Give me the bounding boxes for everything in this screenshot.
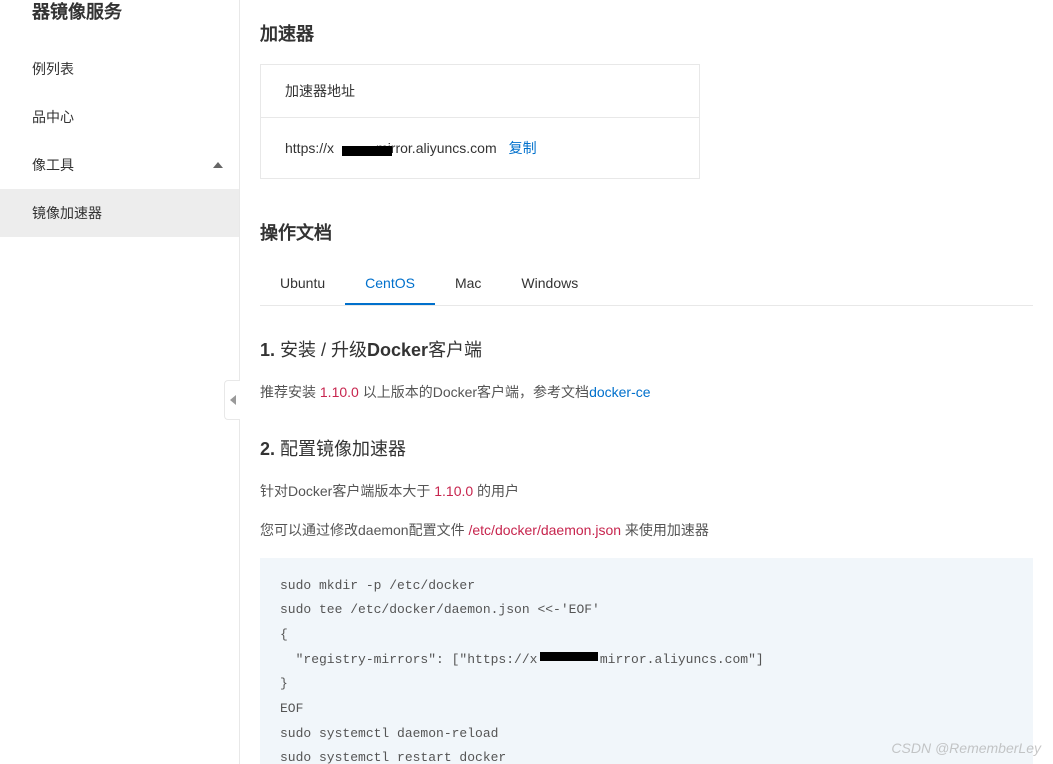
accelerator-title: 加速器 [260, 20, 1033, 46]
os-tabs: Ubuntu CentOS Mac Windows [260, 263, 1033, 306]
sidebar-item-products[interactable]: 品中心 [0, 93, 239, 141]
step1-text: 推荐安装 1.10.0 以上版本的Docker客户端，参考文档docker-ce [260, 380, 1033, 405]
tab-centos[interactable]: CentOS [345, 263, 435, 305]
main-content: 加速器 加速器地址 https://xxxxxxxmirror.aliyuncs… [240, 0, 1053, 764]
sidebar-item-label: 品中心 [32, 107, 74, 127]
sidebar: 器镜像服务 例列表 品中心 像工具 镜像加速器 [0, 0, 240, 764]
watermark: CSDN @RememberLey [891, 740, 1041, 756]
accelerator-address-box: 加速器地址 https://xxxxxxxmirror.aliyuncs.com… [260, 64, 700, 179]
sidebar-item-mirror-accelerator[interactable]: 镜像加速器 [0, 189, 239, 237]
step2-line2: 您可以通过修改daemon配置文件 /etc/docker/daemon.jso… [260, 518, 1033, 543]
sidebar-item-label: 例列表 [32, 59, 74, 79]
sidebar-item-label: 镜像加速器 [32, 203, 102, 223]
step2-line1: 针对Docker客户端版本大于 1.10.0 的用户 [260, 479, 1033, 504]
sidebar-title: 器镜像服务 [0, 0, 239, 45]
tab-mac[interactable]: Mac [435, 263, 501, 305]
step2-section: 2. 配置镜像加速器 针对Docker客户端版本大于 1.10.0 的用户 您可… [260, 435, 1033, 764]
step2-heading: 2. 配置镜像加速器 [260, 435, 1033, 461]
address-label: 加速器地址 [261, 65, 699, 118]
chevron-up-icon [213, 162, 223, 168]
sidebar-item-tools[interactable]: 像工具 [0, 141, 239, 189]
accelerator-url: https://xxxxxxxmirror.aliyuncs.com [285, 140, 497, 156]
docker-ce-link[interactable]: docker-ce [589, 384, 650, 400]
docs-title: 操作文档 [260, 219, 1033, 245]
version-text: 1.10.0 [320, 384, 359, 400]
tab-ubuntu[interactable]: Ubuntu [260, 263, 345, 305]
redacted-segment [540, 652, 598, 661]
sidebar-item-label: 像工具 [32, 155, 74, 175]
step1-heading: 1. 安装 / 升级Docker客户端 [260, 336, 1033, 362]
tab-windows[interactable]: Windows [501, 263, 598, 305]
redacted-segment [342, 146, 392, 156]
code-block: sudo mkdir -p /etc/docker sudo tee /etc/… [260, 558, 1033, 764]
sidebar-item-instances[interactable]: 例列表 [0, 45, 239, 93]
sidebar-collapse-handle[interactable] [224, 380, 240, 420]
step1-section: 1. 安装 / 升级Docker客户端 推荐安装 1.10.0 以上版本的Doc… [260, 336, 1033, 405]
copy-link[interactable]: 复制 [509, 138, 537, 158]
